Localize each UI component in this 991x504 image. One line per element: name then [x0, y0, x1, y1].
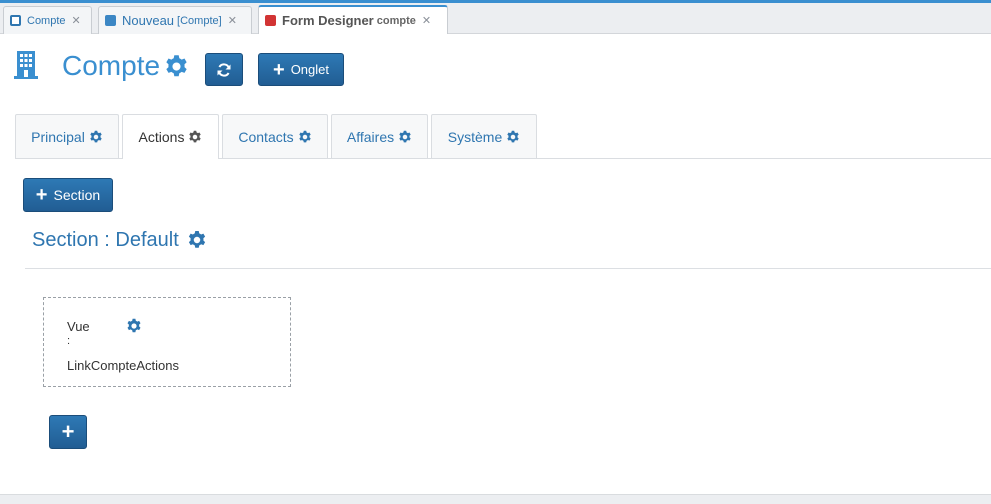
document-icon: [10, 15, 21, 26]
window-tab-label: Compte: [27, 14, 66, 27]
window-tab-sublabel: [Compte]: [177, 14, 222, 27]
tab-label: Système: [447, 128, 503, 145]
close-icon[interactable]: ✕: [422, 14, 431, 27]
refresh-icon: [217, 62, 231, 77]
tab-label: Actions: [138, 129, 185, 145]
gear-icon[interactable]: [89, 130, 103, 144]
gear-icon[interactable]: [187, 230, 207, 250]
section-divider: [25, 268, 991, 269]
window-tab-label: Form Designer: [282, 13, 374, 28]
window-tab-nouveau[interactable]: Nouveau [Compte] ✕: [98, 6, 252, 34]
add-onglet-label: Onglet: [290, 62, 329, 77]
field-box[interactable]: Vue : LinkCompteActions: [43, 297, 291, 387]
window-tab-strip: Compte ✕ Nouveau [Compte] ✕ Form Designe…: [0, 3, 991, 34]
section-title: Section : Default: [32, 229, 179, 251]
close-icon[interactable]: ✕: [228, 14, 237, 27]
tab-principal[interactable]: Principal: [15, 114, 119, 158]
window-tab-label: Nouveau: [122, 13, 175, 28]
field-separator: :: [67, 335, 71, 347]
gear-icon[interactable]: [506, 130, 520, 144]
document-icon: [105, 15, 116, 26]
tab-label: Contacts: [238, 128, 294, 145]
window-tab-form-designer[interactable]: Form Designer compte ✕: [258, 5, 448, 34]
add-section-button[interactable]: + Section: [23, 178, 113, 212]
gear-icon[interactable]: [298, 130, 312, 144]
tab-label: Principal: [31, 128, 85, 145]
window-tab-sublabel: compte: [376, 14, 416, 27]
gear-icon[interactable]: [126, 318, 142, 334]
tab-contacts[interactable]: Contacts: [222, 114, 328, 158]
add-onglet-button[interactable]: + Onglet: [258, 53, 344, 86]
add-field-button[interactable]: +: [49, 415, 87, 449]
field-label: Vue: [67, 319, 90, 334]
plus-icon: +: [273, 58, 285, 81]
building-icon: [14, 51, 38, 79]
window-tab-compte[interactable]: Compte ✕: [3, 6, 92, 34]
gear-icon[interactable]: [188, 130, 202, 144]
tab-systeme[interactable]: Système: [431, 114, 537, 158]
plus-icon: +: [35, 184, 48, 206]
gear-icon[interactable]: [164, 54, 189, 79]
field-value: LinkCompteActions: [67, 358, 179, 373]
add-section-label: Section: [53, 187, 101, 203]
plus-icon: +: [61, 419, 75, 444]
page-title: Compte: [62, 50, 161, 81]
form-designer-icon: [265, 15, 276, 26]
footer-bar: [0, 494, 991, 504]
tab-label: Affaires: [346, 128, 395, 145]
tab-actions[interactable]: Actions: [122, 114, 219, 159]
refresh-button[interactable]: [205, 53, 243, 86]
close-icon[interactable]: ✕: [72, 14, 81, 27]
form-tab-bar: Principal Actions Contacts Affaires Syst…: [15, 114, 991, 159]
tab-affaires[interactable]: Affaires: [331, 114, 428, 158]
gear-icon[interactable]: [398, 130, 412, 144]
